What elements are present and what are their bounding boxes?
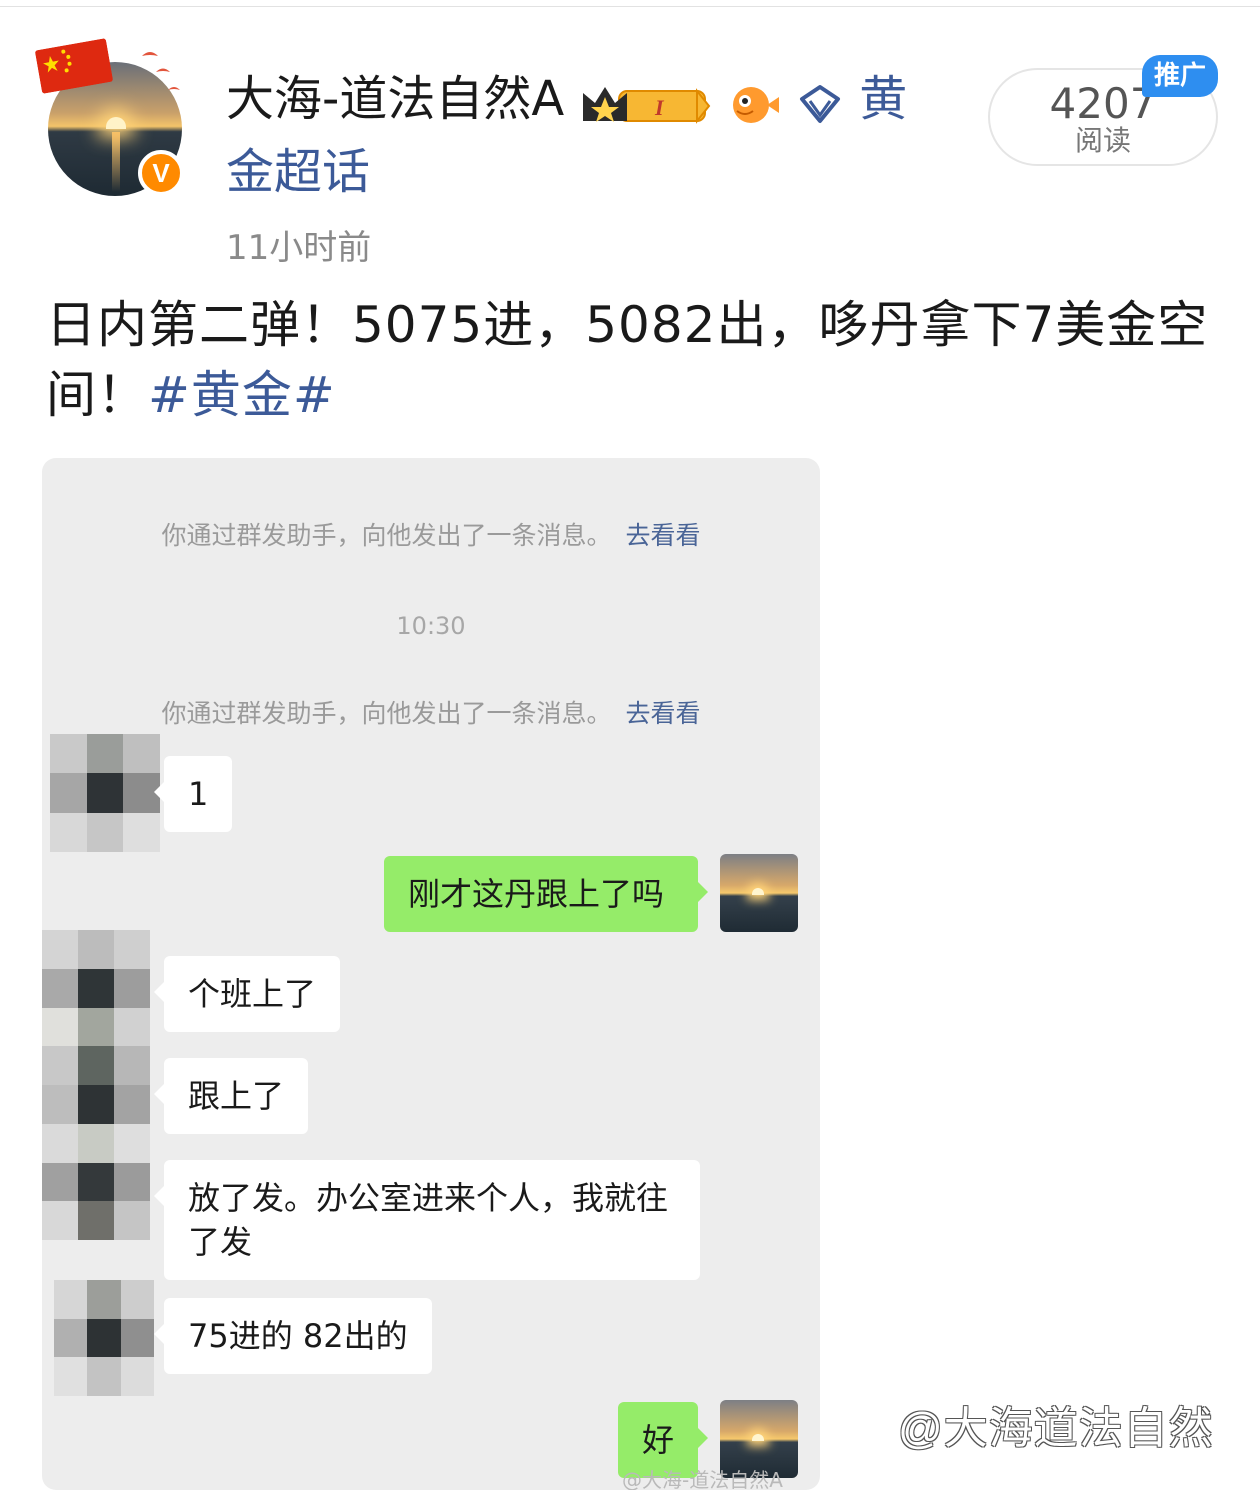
system-message-2: 你通过群发助手，向他发出了一条消息。 去看看 [42,694,820,730]
crown-level-badge-icon[interactable]: I [579,81,711,129]
chat-message-received: 75进的 82出的 [154,1298,432,1374]
read-label: 阅读 [1074,124,1131,157]
top-divider [0,6,1260,7]
pufferfish-icon[interactable] [727,81,781,129]
chat-message-received: 跟上了 [153,1058,309,1134]
promo-tag[interactable]: 推广 [1142,55,1218,97]
my-avatar [720,854,798,932]
verified-badge: V [138,150,184,196]
chat-message-received: 1 [153,756,233,832]
svg-text:I: I [654,95,665,120]
post-time: 11小时前 [226,228,372,268]
author-name[interactable]: 大海-道法自然A [226,71,564,127]
chat-message-received: 放了发。办公室进来个人，我就往了发 [154,1160,700,1280]
system-message-text: 你通过群发助手，向他发出了一条消息。 [161,521,612,550]
system-message-link[interactable]: 去看看 [626,699,701,728]
system-message-text: 你通过群发助手，向他发出了一条消息。 [161,699,612,728]
contact-avatar-pixelated [54,1280,154,1396]
chat-message-received: 个班上了 [153,956,341,1032]
weibo-watermark: @大海道法自然 [898,1404,1214,1453]
system-message-link[interactable]: 去看看 [626,521,701,550]
chat-timestamp: 10:30 [396,612,466,640]
system-message-1: 你通过群发助手，向他发出了一条消息。 去看看 [42,516,820,552]
chat-screenshot-image[interactable]: 你通过群发助手，向他发出了一条消息。 去看看 10:30 你通过群发助手，向他发出… [42,458,820,1490]
post-content: 日内第二弹！5075进，5082出，哆丹拿下7美金空间！#黄金# [46,290,1216,430]
contact-avatar-pixelated [50,734,160,852]
hashtag-link[interactable]: #黄金# [148,366,336,424]
diamond-icon[interactable] [796,81,844,129]
badge-group: I [579,67,844,137]
image-watermark: @大海-道法自然A [622,1468,783,1490]
contact-avatar-pixelated [42,930,150,1240]
chat-message-sent: 刚才这丹跟上了吗 [384,856,708,932]
birds-decoration-icon [142,52,180,90]
author-name-line: 大海-道法自然A I 黄金超话 [226,64,946,207]
